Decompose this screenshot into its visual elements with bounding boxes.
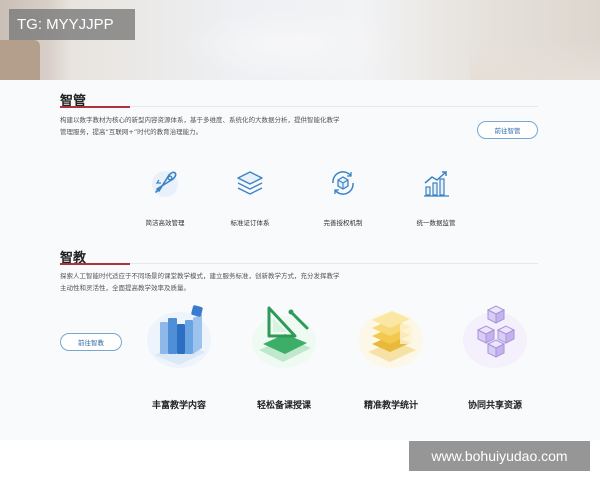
- section-divider-accent: [60, 105, 130, 108]
- hero-photo-highlight: [180, 10, 400, 80]
- watermark-bottom-right: www.bohuiyudao.com: [409, 441, 590, 471]
- bar-chart-icon: [424, 171, 449, 197]
- watermark-top-left: TG: MYYJJPP: [9, 9, 135, 40]
- description-line: 构建以数字教材为核心的新型内容资源体系，基于多维度、系统化的大数据分析，提供智能…: [60, 116, 340, 124]
- feature-authorization[interactable]: 完善授权机制: [303, 165, 383, 230]
- feature-rich-content[interactable]: 丰富教学内容: [140, 300, 218, 415]
- section-divider-zhijiao: [60, 262, 538, 265]
- description-line: 主动性和灵活性，全面提高教学效率及质量。: [60, 284, 190, 292]
- feature-label: 完善授权机制: [323, 219, 363, 227]
- feature-label: 轻松备课授课: [256, 401, 311, 411]
- hero-photo-shadow: [470, 40, 600, 80]
- feature-label: 标准证订体系: [230, 219, 270, 227]
- feature-data-supervision[interactable]: 统一数据监管: [396, 165, 476, 230]
- ruler-book-icon: [252, 306, 316, 368]
- books-icon: [147, 305, 211, 368]
- section-description-zhijiao: 探索人工智能时代适应于不同场景的课堂教学模式，建立服务标准，创新教学方式，充分发…: [60, 270, 400, 294]
- goto-zhijiao-button[interactable]: 前往智教: [60, 333, 122, 351]
- goto-zhiguan-button[interactable]: 前往智管: [477, 121, 538, 139]
- feature-label: 协同共享资源: [467, 401, 522, 411]
- feature-easy-lesson[interactable]: 轻松备课授课: [245, 300, 323, 415]
- rocket-icon: [152, 171, 178, 197]
- section-divider-accent: [60, 262, 130, 265]
- feature-simple-management[interactable]: 简洁高效管理: [125, 165, 205, 230]
- feature-label: 丰富教学内容: [151, 401, 206, 411]
- description-line: 探索人工智能时代适应于不同场景的课堂教学模式，建立服务标准，创新教学方式，充分发…: [60, 272, 340, 280]
- shared-cubes-icon: [463, 305, 527, 368]
- description-line: 管理服务，提高“互联网+”时代的教育治理能力。: [60, 128, 203, 136]
- hero-photo-detail: [0, 40, 40, 80]
- section-description-zhiguan: 构建以数字教材为核心的新型内容资源体系，基于多维度、系统化的大数据分析，提供智能…: [60, 114, 400, 138]
- feature-shared-resources[interactable]: 协同共享资源: [456, 300, 534, 415]
- feature-label: 统一数据监管: [416, 219, 456, 227]
- stacked-coins-icon: [359, 311, 423, 368]
- feature-standard-ordering[interactable]: 标准证订体系: [210, 165, 290, 230]
- cube-cycle-icon: [332, 171, 354, 195]
- feature-precise-stats[interactable]: 精准教学统计: [352, 300, 430, 415]
- feature-label: 精准教学统计: [363, 401, 418, 411]
- feature-label: 简洁高效管理: [145, 219, 185, 227]
- layers-icon: [237, 171, 263, 195]
- section-divider-zhiguan: [60, 105, 538, 108]
